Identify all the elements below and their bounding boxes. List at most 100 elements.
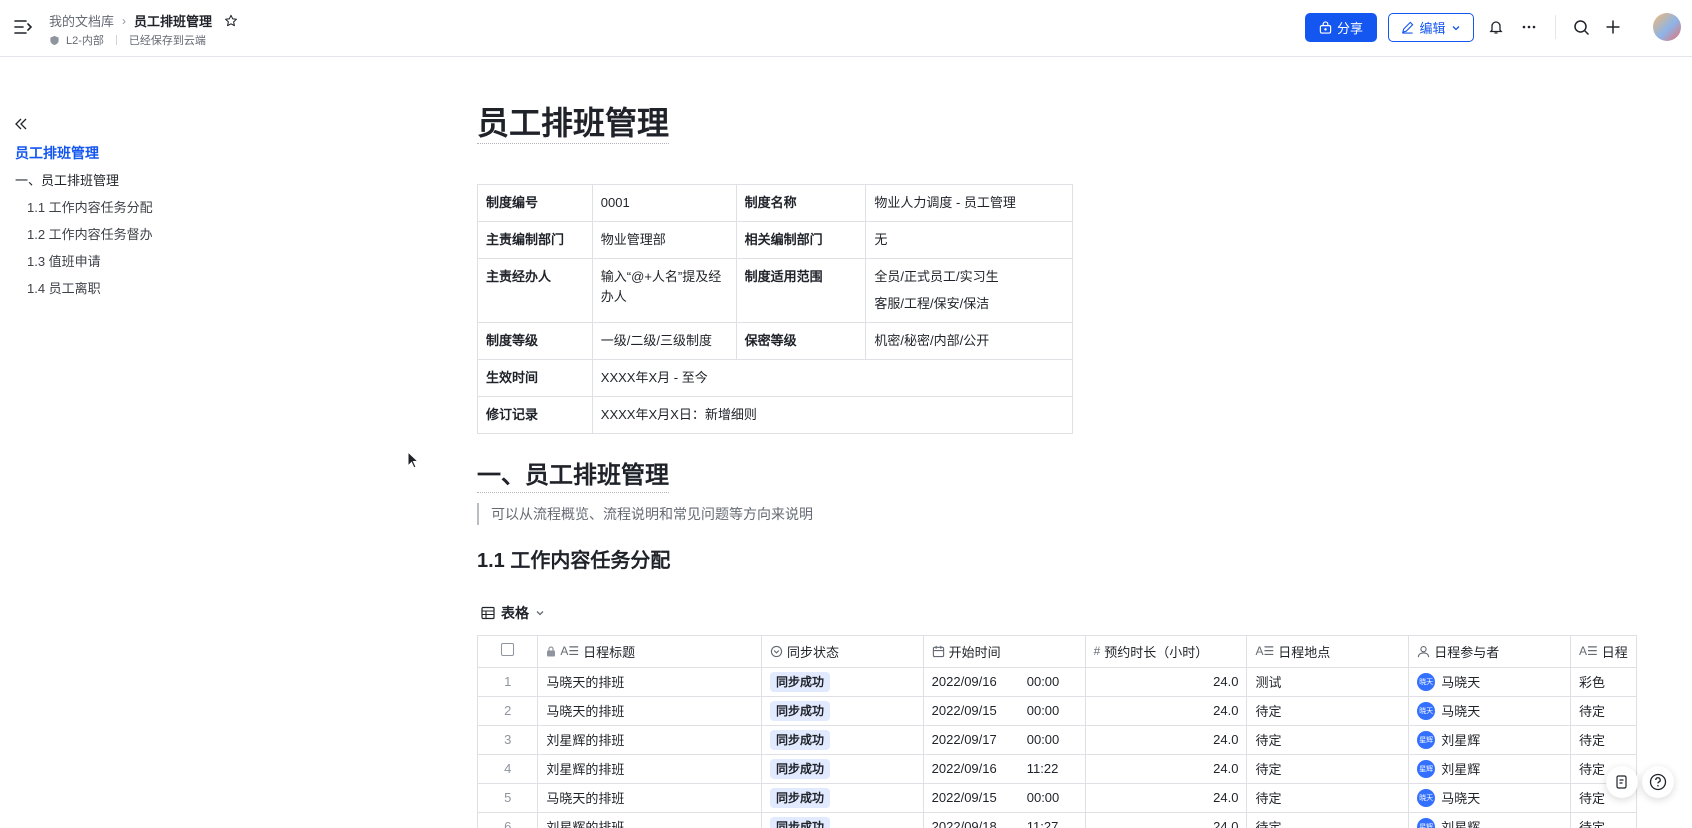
cell[interactable]: 相关编制部门 bbox=[735, 221, 867, 259]
location-cell[interactable]: 待定 bbox=[1246, 696, 1410, 726]
status-cell[interactable]: 同步成功 bbox=[761, 667, 924, 697]
star-icon[interactable] bbox=[224, 14, 238, 28]
title-cell[interactable]: 马晓天的排班 bbox=[537, 783, 762, 813]
cell[interactable]: 物业人力调度 - 员工管理 bbox=[865, 184, 1073, 222]
cell[interactable]: 制度名称 bbox=[735, 184, 867, 222]
cell[interactable]: 一级/二级/三级制度 bbox=[591, 322, 737, 360]
bell-icon[interactable] bbox=[1486, 17, 1506, 37]
view-switcher[interactable]: 表格 bbox=[481, 603, 545, 623]
quote-block[interactable]: 可以从流程概览、流程说明和常见问题等方向来说明 bbox=[477, 503, 813, 525]
share-button[interactable]: 分享 bbox=[1305, 13, 1377, 42]
extra-cell[interactable]: 彩色 bbox=[1570, 667, 1637, 697]
duration-cell[interactable]: 24.0 bbox=[1085, 812, 1248, 828]
outline-item[interactable]: 1.3 值班申请 bbox=[15, 248, 153, 275]
start-time-cell[interactable]: 2022/09/18 11:27 bbox=[923, 812, 1086, 828]
duration-cell[interactable]: 24.0 bbox=[1085, 696, 1248, 726]
breadcrumb-current[interactable]: 员工排班管理 bbox=[134, 11, 212, 30]
help-icon[interactable] bbox=[1642, 766, 1674, 798]
extra-cell[interactable]: 待定 bbox=[1570, 725, 1637, 755]
search-icon[interactable] bbox=[1571, 17, 1591, 37]
edit-button[interactable]: 编辑 bbox=[1388, 13, 1474, 42]
location-cell[interactable]: 测试 bbox=[1246, 667, 1410, 697]
select-all-checkbox[interactable] bbox=[501, 643, 515, 657]
status-cell[interactable]: 同步成功 bbox=[761, 725, 924, 755]
cell[interactable]: 修订记录 bbox=[477, 396, 593, 434]
more-icon[interactable] bbox=[1519, 17, 1539, 37]
outline-item[interactable]: 1.4 员工离职 bbox=[15, 275, 153, 302]
status-cell[interactable]: 同步成功 bbox=[761, 696, 924, 726]
menu-icon[interactable] bbox=[14, 18, 32, 36]
user-avatar[interactable] bbox=[1653, 13, 1681, 41]
duration-cell[interactable]: 24.0 bbox=[1085, 754, 1248, 784]
cell[interactable]: 输入“@+人名”提及经办人 bbox=[591, 258, 737, 323]
table-row[interactable]: 4 刘星辉的排班 同步成功 2022/09/16 11:22 24.0 待定 星辉 刘星辉 待定 bbox=[478, 754, 1637, 784]
location-cell[interactable]: 待定 bbox=[1246, 783, 1410, 813]
title-cell[interactable]: 刘星辉的排班 bbox=[537, 754, 762, 784]
cell[interactable]: XXXX年X月X日：新增细则 bbox=[591, 396, 1074, 434]
start-time-cell[interactable]: 2022/09/15 00:00 bbox=[923, 783, 1086, 813]
location-cell[interactable]: 待定 bbox=[1246, 725, 1410, 755]
outline-item[interactable]: 1.1 工作内容任务分配 bbox=[15, 194, 153, 221]
document-tools-icon[interactable] bbox=[1606, 766, 1638, 798]
duration-cell[interactable]: 24.0 bbox=[1085, 783, 1248, 813]
start-time-cell[interactable]: 2022/09/17 00:00 bbox=[923, 725, 1086, 755]
cell[interactable]: 制度等级 bbox=[477, 322, 593, 360]
cell[interactable]: 制度编号 bbox=[477, 184, 593, 222]
start-time-cell[interactable]: 2022/09/15 00:00 bbox=[923, 696, 1086, 726]
extra-cell[interactable]: 待定 bbox=[1570, 696, 1637, 726]
cell[interactable]: 制度适用范围 bbox=[735, 258, 867, 323]
cell[interactable]: XXXX年X月 - 至今 bbox=[591, 359, 1074, 397]
cell[interactable]: 全员/正式员工/实习生 客服/工程/保安/保洁 bbox=[865, 258, 1073, 323]
start-time-cell[interactable]: 2022/09/16 11:22 bbox=[923, 754, 1086, 784]
participant-cell[interactable]: 晓天 马晓天 bbox=[1408, 667, 1571, 697]
table-row[interactable]: 1 马晓天的排班 同步成功 2022/09/16 00:00 24.0 测试 晓天 马晓天 彩色 bbox=[478, 667, 1637, 697]
participant-cell[interactable]: 星辉 刘星辉 bbox=[1408, 725, 1571, 755]
collapse-outline-icon[interactable] bbox=[13, 116, 29, 132]
cell[interactable]: 生效时间 bbox=[477, 359, 593, 397]
column-header[interactable]: 日程参与者 bbox=[1408, 636, 1571, 668]
table-row[interactable]: 2 马晓天的排班 同步成功 2022/09/15 00:00 24.0 待定 晓天 马晓天 待定 bbox=[478, 696, 1637, 726]
start-time-cell[interactable]: 2022/09/16 00:00 bbox=[923, 667, 1086, 697]
participant-cell[interactable]: 晓天 马晓天 bbox=[1408, 783, 1571, 813]
breadcrumb-root[interactable]: 我的文档库 bbox=[49, 11, 114, 30]
title-cell[interactable]: 马晓天的排班 bbox=[537, 667, 762, 697]
plus-icon[interactable] bbox=[1603, 17, 1623, 37]
outline-title[interactable]: 员工排班管理 bbox=[15, 140, 153, 167]
table-row[interactable]: 6 刘星辉的排班 同步成功 2022/09/18 11:27 24.0 待定 星辉 刘星辉 待定 bbox=[478, 812, 1637, 828]
column-header[interactable]: 开始时间 bbox=[923, 636, 1086, 668]
status-cell[interactable]: 同步成功 bbox=[761, 812, 924, 828]
participant-cell[interactable]: 星辉 刘星辉 bbox=[1408, 812, 1571, 828]
column-header[interactable]: A☰ 日程地点 bbox=[1246, 636, 1410, 668]
column-header[interactable]: A☰ 日程 bbox=[1570, 636, 1637, 668]
page-title[interactable]: 员工排班管理 bbox=[477, 103, 670, 144]
table-row[interactable]: 5 马晓天的排班 同步成功 2022/09/15 00:00 24.0 待定 晓天 马晓天 待定 bbox=[478, 783, 1637, 813]
cell[interactable]: 保密等级 bbox=[735, 322, 867, 360]
title-cell[interactable]: 马晓天的排班 bbox=[537, 696, 762, 726]
select-all-header[interactable] bbox=[478, 636, 539, 668]
column-header[interactable]: 同步状态 bbox=[761, 636, 924, 668]
participant-cell[interactable]: 晓天 马晓天 bbox=[1408, 696, 1571, 726]
extra-cell[interactable]: 待定 bbox=[1570, 812, 1637, 828]
cell[interactable]: 机密/秘密/内部/公开 bbox=[865, 322, 1073, 360]
duration-cell[interactable]: 24.0 bbox=[1085, 725, 1248, 755]
location-cell[interactable]: 待定 bbox=[1246, 754, 1410, 784]
cell[interactable]: 主责经办人 bbox=[477, 258, 593, 323]
column-header[interactable]: # 预约时长（小时） bbox=[1085, 636, 1248, 668]
participant-cell[interactable]: 星辉 刘星辉 bbox=[1408, 754, 1571, 784]
subsection-heading[interactable]: 1.1 工作内容任务分配 bbox=[477, 547, 670, 575]
duration-cell[interactable]: 24.0 bbox=[1085, 667, 1248, 697]
column-header[interactable]: A☰ 日程标题 bbox=[537, 636, 762, 668]
table-row[interactable]: 3 刘星辉的排班 同步成功 2022/09/17 00:00 24.0 待定 星辉 刘星辉 待定 bbox=[478, 725, 1637, 755]
title-cell[interactable]: 刘星辉的排班 bbox=[537, 725, 762, 755]
cell[interactable]: 主责编制部门 bbox=[477, 221, 593, 259]
security-level[interactable]: L2-内部 bbox=[66, 32, 104, 48]
cell[interactable]: 无 bbox=[865, 221, 1073, 259]
location-cell[interactable]: 待定 bbox=[1246, 812, 1410, 828]
outline-item[interactable]: 1.2 工作内容任务督办 bbox=[15, 221, 153, 248]
status-cell[interactable]: 同步成功 bbox=[761, 754, 924, 784]
title-cell[interactable]: 刘星辉的排班 bbox=[537, 812, 762, 828]
outline-item[interactable]: 一、员工排班管理 bbox=[15, 167, 153, 194]
status-cell[interactable]: 同步成功 bbox=[761, 783, 924, 813]
cell[interactable]: 物业管理部 bbox=[591, 221, 737, 259]
section-heading[interactable]: 一、员工排班管理 bbox=[477, 460, 669, 493]
